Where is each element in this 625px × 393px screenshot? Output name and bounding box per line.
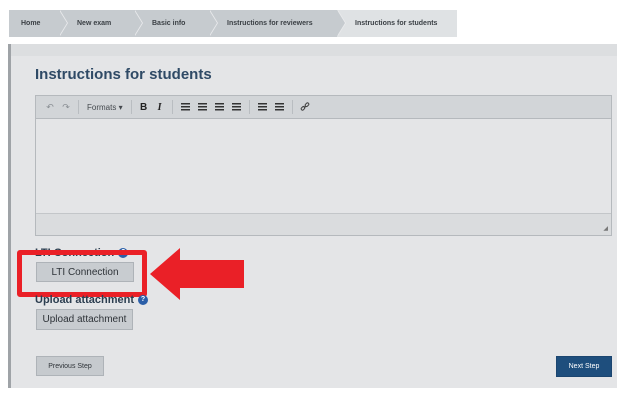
caret-down-icon: ▾	[118, 102, 123, 112]
redo-icon[interactable]: ↷	[58, 96, 74, 118]
upload-label-text: Upload attachment	[35, 294, 135, 306]
align-center-icon[interactable]	[194, 96, 211, 118]
app-frame: Home New exam Basic info Instructions fo…	[0, 0, 625, 393]
breadcrumb-new-exam[interactable]: New exam	[59, 10, 143, 37]
align-right-icon[interactable]	[211, 96, 228, 118]
align-left-icon[interactable]	[177, 96, 194, 118]
breadcrumb-label: Home	[21, 20, 41, 27]
link-icon[interactable]	[297, 96, 314, 118]
resize-handle-icon[interactable]: ◢	[603, 225, 608, 232]
breadcrumb-label: New exam	[77, 20, 112, 27]
italic-button[interactable]: I	[152, 96, 168, 118]
help-icon[interactable]: ?	[138, 295, 149, 306]
breadcrumb-basic-info[interactable]: Basic info	[134, 10, 218, 37]
pointer-arrow-icon	[150, 248, 244, 300]
toolbar-divider	[171, 100, 173, 114]
editor-content-area[interactable]	[36, 119, 611, 214]
align-justify-icon[interactable]	[228, 96, 245, 118]
previous-step-button[interactable]: Previous Step	[36, 356, 104, 376]
breadcrumb-instructions-reviewers[interactable]: Instructions for reviewers	[209, 10, 346, 37]
outdent-icon[interactable]	[254, 96, 271, 118]
indent-icon[interactable]	[271, 96, 288, 118]
upload-attachment-label: Upload attachment?	[35, 294, 149, 306]
formats-label: Formats	[87, 102, 117, 112]
toolbar-divider	[248, 100, 250, 114]
breadcrumb: Home New exam Basic info Instructions fo…	[9, 10, 457, 37]
breadcrumb-label: Instructions for reviewers	[227, 20, 313, 27]
next-step-button[interactable]: Next Step	[556, 356, 612, 377]
toolbar-divider	[291, 100, 293, 114]
breadcrumb-label: Basic info	[152, 20, 186, 27]
highlight-box	[17, 250, 147, 297]
editor-toolbar: ↶ ↷ Formats ▾ B I	[36, 96, 611, 119]
page-title: Instructions for students	[35, 66, 212, 83]
toolbar-divider	[130, 100, 132, 114]
bold-button[interactable]: B	[136, 96, 152, 118]
panel-top-band	[11, 44, 617, 56]
rich-text-editor: ↶ ↷ Formats ▾ B I ◢	[35, 95, 612, 236]
editor-statusbar: ◢	[36, 213, 611, 235]
breadcrumb-home[interactable]: Home	[9, 10, 68, 37]
breadcrumb-instructions-students[interactable]: Instructions for students	[337, 10, 457, 37]
toolbar-divider	[78, 100, 79, 114]
breadcrumb-label: Instructions for students	[355, 20, 438, 27]
formats-dropdown[interactable]: Formats ▾	[83, 96, 127, 118]
upload-attachment-button[interactable]: Upload attachment	[36, 309, 133, 330]
undo-icon[interactable]: ↶	[42, 96, 58, 118]
